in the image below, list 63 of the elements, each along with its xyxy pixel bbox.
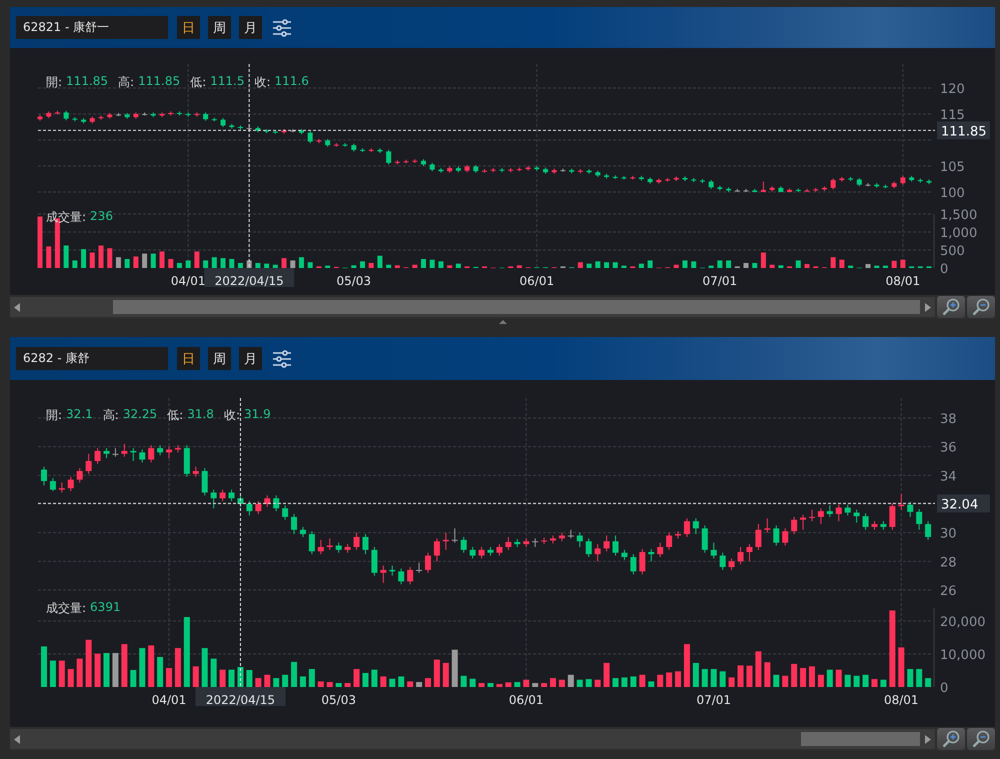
price-axis-label: 38: [940, 412, 957, 427]
price-axis-label: 26: [940, 584, 957, 599]
date-axis-label: 06/01: [520, 274, 554, 288]
ohlc-label: 收:: [254, 74, 271, 91]
crosshair-date-label: 2022/04/15: [204, 268, 294, 288]
price-axis-label: 28: [940, 555, 957, 570]
price-axis-label: 36: [940, 440, 957, 456]
x-tick-label: 2022/04/15: [214, 274, 284, 288]
x-tick-label: 2022/04/15: [206, 693, 276, 707]
ohlc-value: 32.1: [66, 407, 93, 423]
price-axis-label: 105: [940, 160, 965, 175]
period-button[interactable]: 周: [208, 16, 231, 39]
volume-axis-label: 0: [940, 681, 948, 696]
ohlc-label: 高:: [102, 407, 119, 424]
ohlc-label: 開:: [46, 74, 62, 91]
date-axis-label: 08/01: [886, 274, 920, 288]
period-button[interactable]: 日: [177, 16, 200, 39]
price-axis-label: 34: [940, 469, 957, 484]
crosshair-price-label: 32.04: [937, 494, 990, 512]
ohlc-value: 111.85: [138, 74, 180, 90]
symbol-field[interactable]: 6282 - 康舒: [16, 347, 168, 370]
date-axis-label: 04/01: [170, 274, 206, 288]
period-button[interactable]: 月: [239, 16, 262, 39]
crosshair-price-label: 111.85: [937, 121, 990, 140]
volume-value: 6391: [90, 600, 121, 616]
price-axis-label: 100: [940, 186, 965, 201]
price-axis-label: 30: [940, 526, 957, 542]
volume-value: 236: [90, 209, 113, 225]
period-button[interactable]: 月: [239, 347, 262, 370]
ohlc-value: 111.6: [274, 74, 309, 90]
ohlc-label: 高:: [118, 74, 134, 91]
volume-axis-label: 1,000: [940, 226, 978, 241]
date-axis-label: 05/03: [321, 693, 356, 707]
date-axis-label: 04/01: [152, 693, 186, 707]
symbol-field[interactable]: 62821 - 康舒一: [16, 16, 168, 39]
period-button[interactable]: 日: [177, 347, 200, 370]
ohlc-value: 32.25: [122, 407, 158, 423]
ref-line-label: 32.04: [941, 497, 978, 512]
date-axis-label: 06/01: [508, 693, 544, 707]
ohlc-label: 開:: [46, 407, 62, 424]
price-axis-label: 115: [940, 108, 965, 123]
date-axis-label: 08/01: [884, 693, 919, 707]
volume-label: 成交量:: [46, 209, 86, 226]
volume-axis-label: 10,000: [940, 648, 986, 663]
ohlc-value: 31.9: [244, 407, 271, 423]
ohlc-value: 31.8: [187, 407, 214, 423]
volume-axis-label: 20,000: [940, 615, 986, 630]
ref-line-label: 111.85: [941, 124, 986, 140]
volume-axis-label: 1,500: [940, 208, 978, 223]
ohlc-value: 111.5: [210, 74, 244, 90]
date-axis-label: 07/01: [702, 274, 738, 288]
date-axis-label: 07/01: [696, 693, 732, 707]
ohlc-value: 111.85: [66, 74, 108, 90]
ohlc-label: 低:: [167, 407, 184, 424]
price-axis-label: 120: [940, 82, 965, 97]
volume-axis-label: 500: [940, 244, 965, 259]
date-axis-label: 05/03: [336, 274, 372, 288]
ohlc-label: 低:: [190, 74, 206, 91]
period-button[interactable]: 周: [208, 347, 231, 370]
volume-axis-label: 0: [940, 262, 948, 277]
ohlc-label: 收:: [224, 407, 240, 424]
volume-label: 成交量:: [46, 600, 86, 617]
crosshair-date-label: 2022/04/15: [195, 687, 286, 707]
